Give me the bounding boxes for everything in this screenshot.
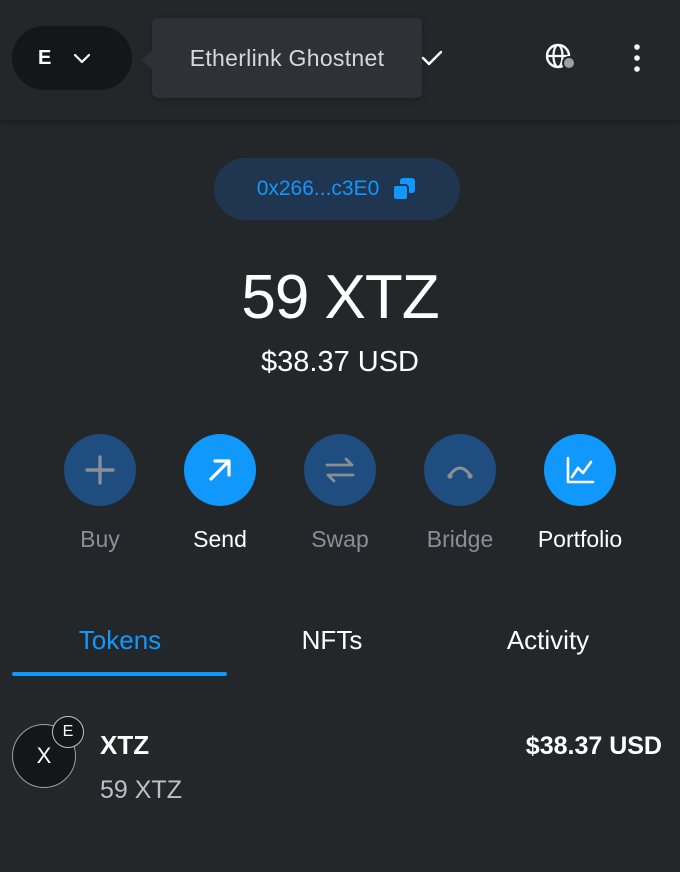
- wallet-actions: Buy Send Swap Bridge Portfolio: [40, 434, 640, 564]
- network-badge: E: [52, 716, 84, 748]
- tab-nfts[interactable]: NFTs: [224, 606, 440, 674]
- swap-button-circle: [304, 434, 376, 506]
- network-name-tooltip: Etherlink Ghostnet: [142, 18, 422, 98]
- primary-balance: 59 XTZ: [241, 263, 439, 332]
- buy-button-circle: [64, 434, 136, 506]
- portfolio-label: Portfolio: [537, 526, 623, 552]
- network-picker-button[interactable]: E: [12, 26, 132, 90]
- account-address: 0x266...c3E0: [256, 177, 380, 200]
- plus-icon: [85, 455, 115, 485]
- send-button[interactable]: Send: [160, 434, 280, 553]
- network-avatar: E: [38, 46, 52, 69]
- token-name: XTZ: [100, 730, 150, 760]
- swap-label: Swap: [311, 526, 369, 552]
- buy-label: Buy: [80, 526, 120, 552]
- buy-button[interactable]: Buy: [40, 434, 160, 553]
- portfolio-button[interactable]: Portfolio: [520, 434, 640, 553]
- send-button-circle: [184, 434, 256, 506]
- check-icon: [421, 50, 443, 66]
- copy-icon: [392, 178, 416, 201]
- globe-connected-icon[interactable]: [544, 42, 578, 72]
- kebab-menu-icon[interactable]: [626, 42, 648, 74]
- swap-button[interactable]: Swap: [280, 434, 400, 553]
- chart-icon: [566, 456, 595, 484]
- bridge-icon: [447, 466, 473, 479]
- tab-tokens[interactable]: Tokens: [12, 606, 228, 674]
- account-address-button[interactable]: 0x266...c3E0: [214, 158, 460, 220]
- swap-icon: [325, 457, 355, 483]
- token-fiat-value: $38.37 USD: [525, 732, 662, 760]
- token-amount: 59 XTZ: [100, 776, 182, 804]
- bridge-label: Bridge: [426, 526, 494, 552]
- app-header: E Etherlink Ghostnet: [0, 0, 680, 120]
- send-label: Send: [193, 526, 247, 552]
- bridge-button[interactable]: Bridge: [400, 434, 520, 553]
- bridge-button-circle: [424, 434, 496, 506]
- tab-activity[interactable]: Activity: [440, 606, 656, 674]
- chevron-down-icon: [73, 53, 91, 64]
- portfolio-button-circle: [544, 434, 616, 506]
- tab-active-indicator: [12, 672, 227, 676]
- arrow-up-right-icon: [209, 459, 231, 481]
- token-list-item[interactable]: X E XTZ 59 XTZ $38.37 USD: [12, 716, 668, 816]
- fiat-balance: $38.37 USD: [261, 346, 419, 378]
- asset-tabs: Tokens NFTs Activity: [12, 606, 668, 678]
